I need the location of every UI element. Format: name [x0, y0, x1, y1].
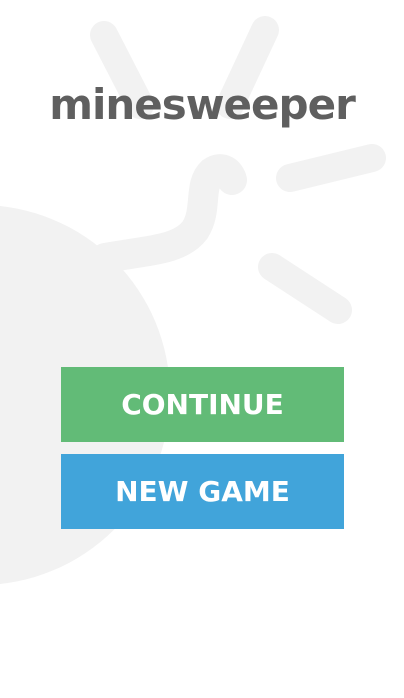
- main-menu-screen: minesweeper CONTINUE NEW GAME: [0, 0, 404, 698]
- spark-ray-right: [276, 144, 386, 192]
- new-game-button[interactable]: NEW GAME: [61, 454, 344, 529]
- app-title: minesweeper: [49, 80, 356, 129]
- continue-button[interactable]: CONTINUE: [61, 367, 344, 442]
- spark-ray-lower-right: [258, 253, 352, 324]
- bomb-fuse: [90, 154, 247, 273]
